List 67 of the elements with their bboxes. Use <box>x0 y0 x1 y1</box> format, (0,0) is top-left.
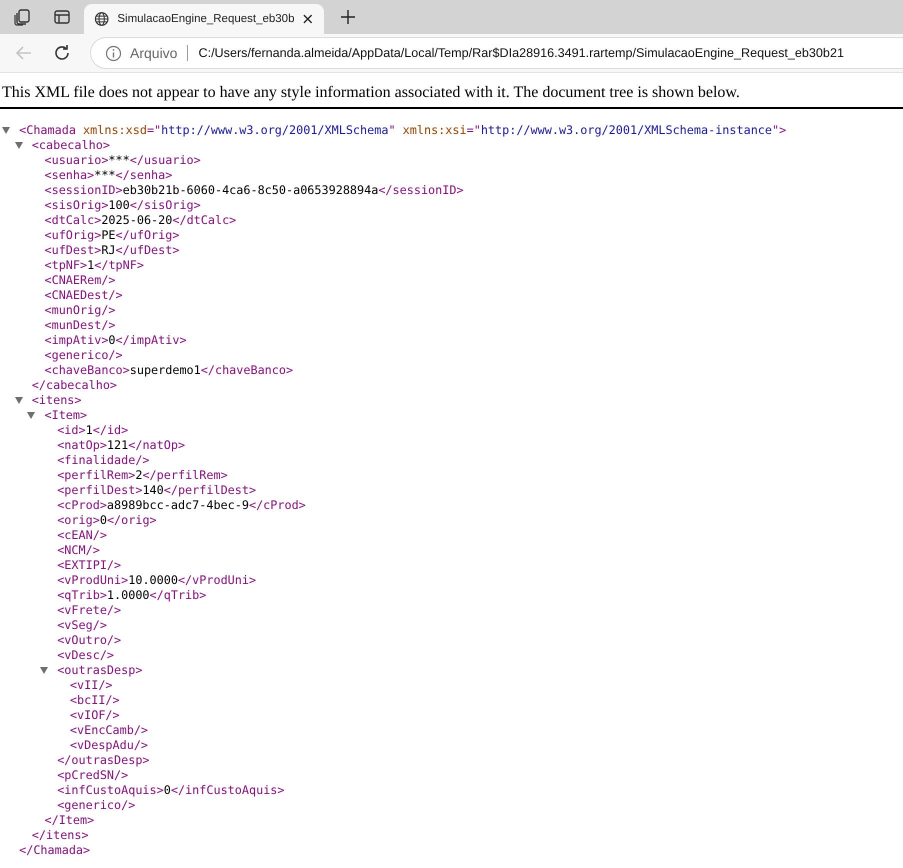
xml-element-line: <perfilRem>2</perfilRem> <box>57 468 228 482</box>
xml-element-line: <pCredSN/> <box>57 768 128 782</box>
security-label: Arquivo <box>130 45 178 61</box>
xml-element-line: <finalidade/> <box>57 453 150 467</box>
xml-element-line: <generico/> <box>44 348 123 362</box>
browser-tab[interactable]: SimulacaoEngine_Request_eb30b <box>84 4 324 34</box>
xml-element-line: <cProd>a8989bcc-adc7-4bec-9</cProd> <box>57 498 306 512</box>
xml-element-line: <sessionID>eb30b21b-6060-4ca6-8c50-a0653928894a</sessionID> <box>44 183 464 197</box>
expand-arrow-icon[interactable] <box>27 412 36 419</box>
xml-tag-line: </Chamada> <box>19 843 90 857</box>
xml-element-line: <tpNF>1</tpNF> <box>44 258 144 272</box>
xml-element-line: <vDespAdu/> <box>70 738 148 752</box>
xml-element-line: <usuario>***</usuario> <box>44 153 201 167</box>
xml-element-line: <vFrete/> <box>57 603 122 617</box>
expand-arrow-icon[interactable] <box>2 127 10 134</box>
xml-element-line: <vII/> <box>70 678 113 692</box>
info-icon[interactable] <box>105 44 122 62</box>
url-text: C:/Users/fernanda.almeida/AppData/Local/Temp/Rar$DIa28916.3491.rartemp/SimulacaoEngine_Request_eb30b21 <box>198 46 844 60</box>
expand-arrow-icon[interactable] <box>40 667 48 674</box>
xml-tag-line: <Item> <box>44 408 88 422</box>
xml-element-line: <ufDest>RJ</ufDest> <box>44 243 180 257</box>
xml-element-line: <munOrig/> <box>44 303 116 317</box>
xml-element-line: <munDest/> <box>44 318 116 332</box>
xml-element-line: <infCustoAquis>0</infCustoAquis> <box>57 783 284 797</box>
xml-tag-line: <Chamada xmlns:xsd="http://www.w3.org/2001/XMLSchema" xmlns:xsi="http://www.w3.org/2001/XMLSchema-instance"> <box>19 123 786 137</box>
window-icon <box>53 8 71 26</box>
xml-element-line: <bcII/> <box>70 693 120 707</box>
xml-element-line: <vEncCamb/> <box>70 723 148 737</box>
xml-tag-line: <cabecalho> <box>32 138 110 152</box>
xml-element-line: <vOutro/> <box>57 633 122 647</box>
xml-tag-line: <outrasDesp> <box>57 663 142 677</box>
xml-element-line: <natOp>121</natOp> <box>57 438 186 452</box>
xml-element-line: <cEAN/> <box>57 528 107 542</box>
xml-element-line: <vSeg/> <box>57 618 107 632</box>
reload-icon[interactable] <box>52 43 72 63</box>
xml-element-line: <vProdUni>10.0000</vProdUni> <box>57 573 256 587</box>
xml-element-line: <senha>***</senha> <box>44 168 172 182</box>
xml-element-line: <vIOF/> <box>70 708 120 722</box>
xml-element-line: <chaveBanco>superdemo1</chaveBanco> <box>44 363 294 377</box>
xml-tag-line: </Item> <box>44 813 94 827</box>
xml-element-line: <dtCalc>2025-06-20</dtCalc> <box>44 213 236 227</box>
xml-element-line: <CNAERem/> <box>44 273 116 287</box>
close-icon[interactable] <box>302 13 314 25</box>
xml-tag-line: <itens> <box>32 393 82 407</box>
new-tab-icon[interactable] <box>340 9 356 25</box>
expand-arrow-icon[interactable] <box>14 397 23 404</box>
xml-element-line: <id>1</id> <box>57 423 128 437</box>
xml-element-line: <NCM/> <box>57 543 100 557</box>
address-bar[interactable]: Arquivo C:/Users/fernanda.almeida/AppData/Local/Temp/Rar$DIa28916.3491.rartemp/SimulacaoEngine_Request_eb30b21 <box>90 37 903 69</box>
xml-element-line: <CNAEDest/> <box>44 288 123 302</box>
xml-element-line: <generico/> <box>57 798 136 812</box>
xml-tag-line: </itens> <box>32 828 89 842</box>
xml-element-line: <orig>0</orig> <box>57 513 157 527</box>
xml-tag-line: </outrasDesp> <box>57 753 150 767</box>
notice-text: This XML file does not appear to have any style information associated with it. The document tree is shown below. <box>1 83 741 103</box>
globe-icon <box>94 11 110 27</box>
xml-element-line: <ufOrig>PE</ufOrig> <box>44 228 180 242</box>
xml-element-line: <perfilDest>140</perfilDest> <box>57 483 256 497</box>
xml-tag-line: </cabecalho> <box>32 378 118 392</box>
workspaces-icon <box>13 8 31 26</box>
expand-arrow-icon[interactable] <box>14 142 23 149</box>
xml-element-line: <qTrib>1.0000</qTrib> <box>57 588 206 602</box>
xml-element-line: <sisOrig>100</sisOrig> <box>44 198 201 212</box>
xml-element-line: <EXTIPI/> <box>57 558 122 572</box>
tab-title: SimulacaoEngine_Request_eb30b <box>117 13 294 25</box>
xml-element-line: <vDesc/> <box>57 648 114 662</box>
xml-element-line: <impAtiv>0</impAtiv> <box>44 333 187 347</box>
